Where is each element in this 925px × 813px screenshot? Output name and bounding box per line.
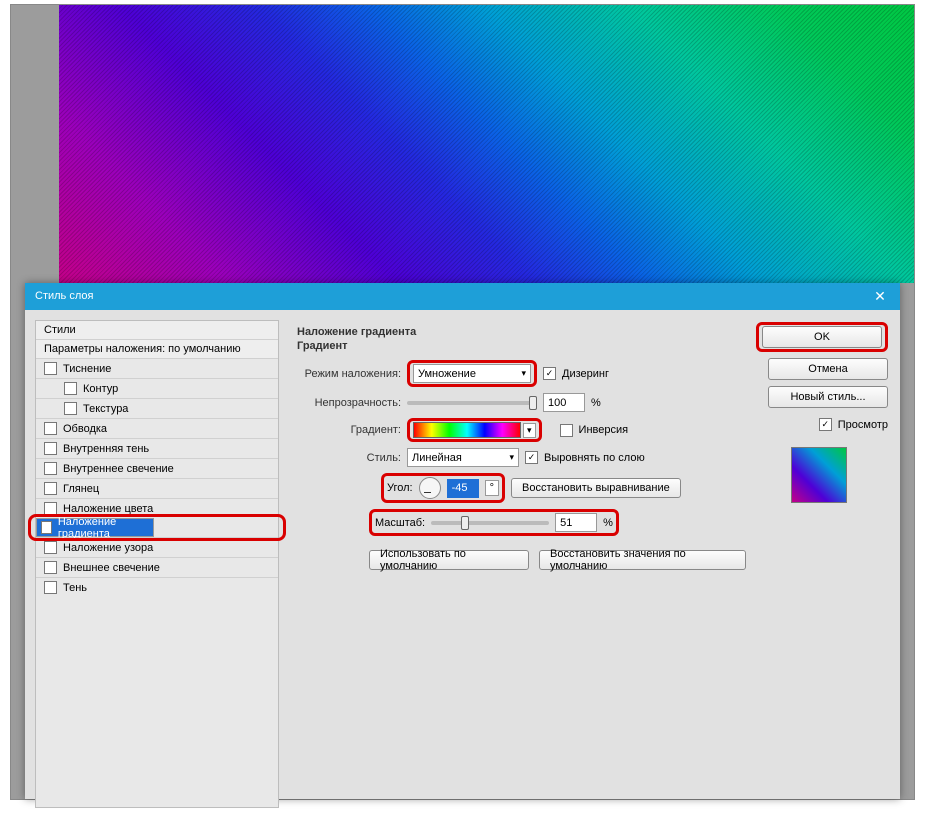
checkbox-icon[interactable] <box>44 442 57 455</box>
style-item-gradient-overlay[interactable]: ✓ Наложение градиента <box>36 518 154 537</box>
align-label: Выровнять по слою <box>544 452 645 464</box>
opacity-label: Непрозрачность: <box>291 397 401 409</box>
gradient-label: Градиент: <box>291 424 401 436</box>
preview-checkbox[interactable]: ✓ <box>819 418 832 431</box>
blend-params-header[interactable]: Параметры наложения: по умолчанию <box>36 339 278 358</box>
style-item-outer-glow[interactable]: Внешнее свечение <box>36 557 278 577</box>
blend-mode-select[interactable]: Умножение ▾ <box>413 364 531 383</box>
style-item-inner-shadow[interactable]: Внутренняя тень <box>36 438 278 458</box>
checkbox-icon[interactable] <box>44 362 57 375</box>
chevron-down-icon: ▾ <box>521 368 526 379</box>
angle-label: Угол: <box>387 482 413 494</box>
angle-unit: ° <box>485 480 499 496</box>
checkbox-icon[interactable] <box>44 482 57 495</box>
styles-header[interactable]: Стили <box>36 321 278 339</box>
scale-input[interactable] <box>555 513 597 532</box>
canvas-preview <box>59 5 914 283</box>
angle-input[interactable] <box>447 479 479 498</box>
opacity-slider[interactable] <box>407 401 537 405</box>
checkbox-icon[interactable] <box>44 581 57 594</box>
ok-button[interactable]: OK <box>762 326 882 348</box>
style-item-stroke[interactable]: Обводка <box>36 418 278 438</box>
checkbox-icon[interactable] <box>64 382 77 395</box>
layer-style-dialog: Стиль слоя ✕ Стили Параметры наложения: … <box>25 283 900 799</box>
style-item-contour[interactable]: Контур <box>36 378 278 398</box>
checkbox-icon[interactable] <box>44 462 57 475</box>
close-icon[interactable]: ✕ <box>860 283 900 310</box>
style-item-texture[interactable]: Текстура <box>36 398 278 418</box>
section-title: Наложение градиента <box>297 326 746 338</box>
gradient-picker[interactable] <box>413 422 521 438</box>
chevron-down-icon: ▾ <box>509 452 514 463</box>
checkbox-icon[interactable] <box>44 541 57 554</box>
align-checkbox[interactable]: ✓ <box>525 451 538 464</box>
checkbox-icon[interactable] <box>44 502 57 515</box>
dialog-title: Стиль слоя <box>35 283 93 310</box>
reset-default-button[interactable]: Восстановить значения по умолчанию <box>539 550 746 570</box>
angle-dial[interactable] <box>419 477 441 499</box>
dither-checkbox[interactable]: ✓ <box>543 367 556 380</box>
preview-swatch <box>791 447 847 503</box>
scale-label: Масштаб: <box>375 517 425 529</box>
checkbox-icon[interactable] <box>44 561 57 574</box>
chevron-down-icon[interactable]: ▾ <box>523 423 536 438</box>
checkbox-icon[interactable]: ✓ <box>41 521 52 534</box>
opacity-input[interactable] <box>543 393 585 412</box>
invert-checkbox[interactable] <box>560 424 573 437</box>
section-subtitle: Градиент <box>297 340 746 352</box>
style-select[interactable]: Линейная ▾ <box>407 448 519 467</box>
reset-alignment-button[interactable]: Восстановить выравнивание <box>511 478 681 498</box>
invert-label: Инверсия <box>579 424 629 436</box>
style-item-drop-shadow[interactable]: Тень <box>36 577 278 597</box>
make-default-button[interactable]: Использовать по умолчанию <box>369 550 529 570</box>
dither-label: Дизеринг <box>562 368 609 380</box>
checkbox-icon[interactable] <box>44 422 57 435</box>
style-item-pattern-overlay[interactable]: Наложение узора <box>36 537 278 557</box>
checkbox-icon[interactable] <box>64 402 77 415</box>
titlebar[interactable]: Стиль слоя ✕ <box>25 283 900 310</box>
preview-label: Просмотр <box>838 419 888 431</box>
cancel-button[interactable]: Отмена <box>768 358 888 380</box>
style-label: Стиль: <box>291 452 401 464</box>
new-style-button[interactable]: Новый стиль... <box>768 386 888 408</box>
styles-list: Стили Параметры наложения: по умолчанию … <box>35 320 279 808</box>
scale-slider[interactable] <box>431 521 549 525</box>
blend-mode-label: Режим наложения: <box>291 368 401 380</box>
style-item-satin[interactable]: Глянец <box>36 478 278 498</box>
style-item-bevel[interactable]: Тиснение <box>36 358 278 378</box>
style-item-inner-glow[interactable]: Внутреннее свечение <box>36 458 278 478</box>
